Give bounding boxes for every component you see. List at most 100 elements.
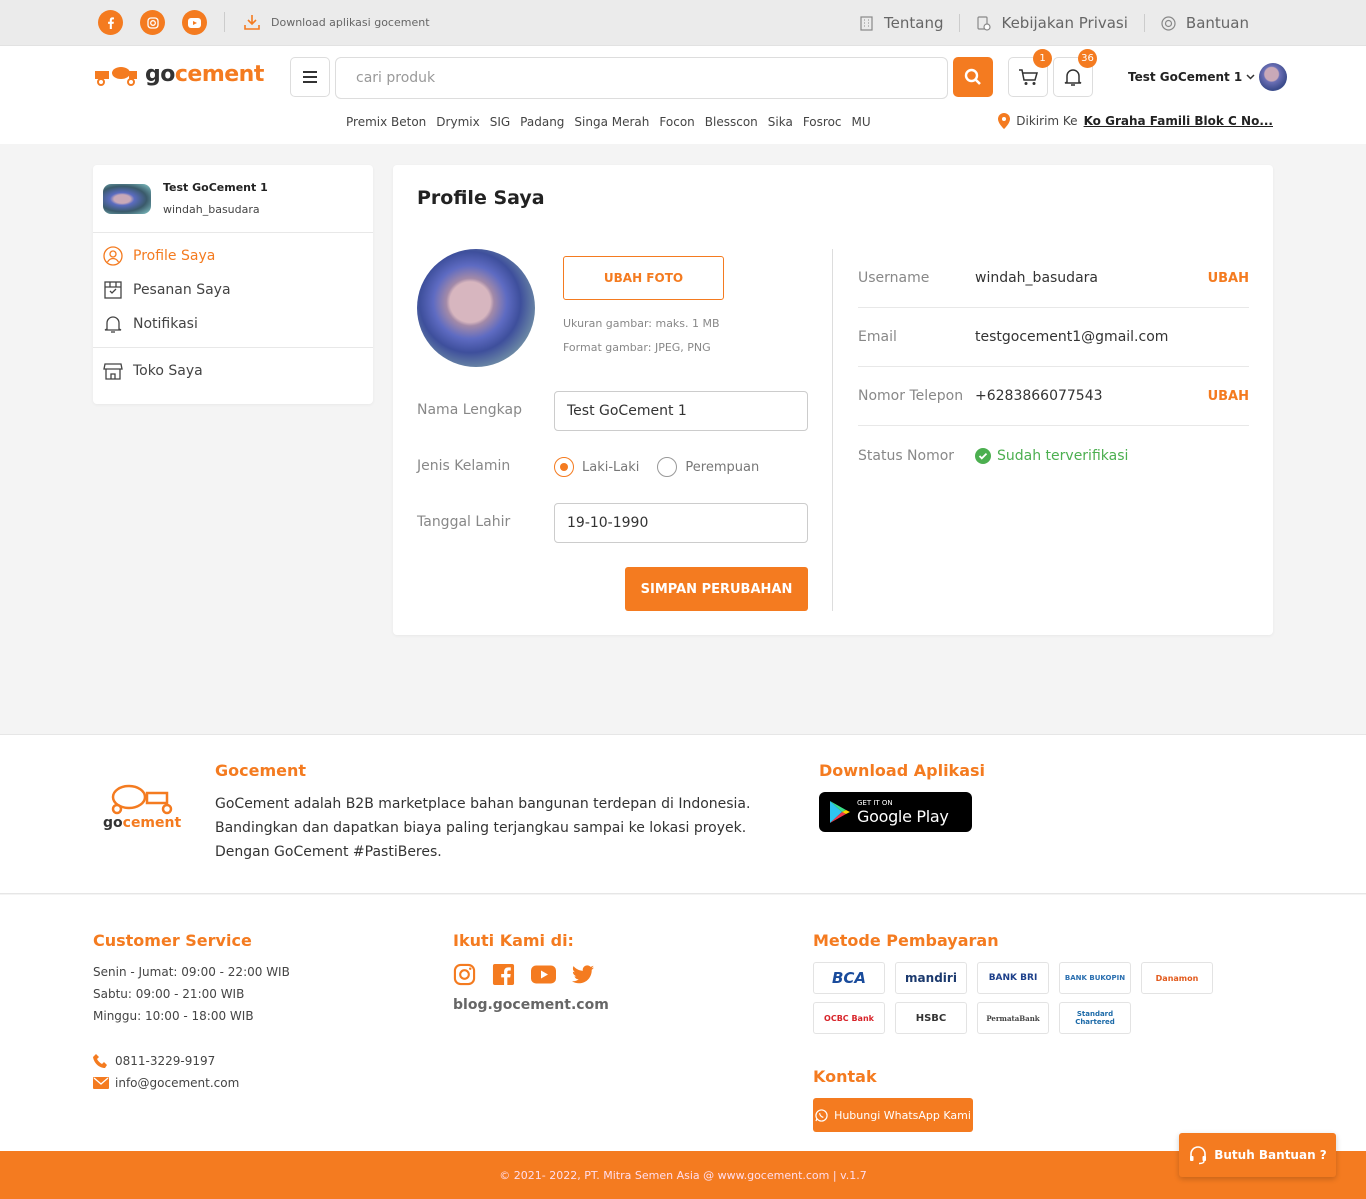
location-pin-icon (998, 113, 1011, 129)
bank-logos: BCA mandiri BANK BRI BANK BUKOPIN Danamo… (813, 962, 1223, 1034)
sidebar-item-profile[interactable]: Profile Saya (93, 239, 373, 273)
username-label: Username (858, 270, 930, 286)
edit-phone-button[interactable]: UBAH (1208, 389, 1249, 404)
bank-logo-mandiri: mandiri (895, 962, 967, 994)
gplay-big-text: Google Play (857, 806, 949, 826)
whatsapp-icon (815, 1108, 828, 1122)
phone-row: Nomor Telepon +6283866077543 UBAH (858, 367, 1249, 426)
twitter-icon[interactable] (572, 965, 594, 984)
cart-icon (1019, 69, 1038, 85)
email-label: Email (858, 329, 897, 345)
brand-link[interactable]: MU (852, 115, 871, 129)
brand-link[interactable]: Sika (768, 115, 793, 129)
instagram-icon[interactable] (140, 10, 165, 35)
sidebar-item-store[interactable]: Toko Saya (93, 354, 373, 388)
whatsapp-button[interactable]: Hubungi WhatsApp Kami (813, 1098, 973, 1132)
hamburger-icon (303, 71, 317, 83)
instagram-icon[interactable] (453, 963, 476, 986)
facebook-icon[interactable] (98, 10, 123, 35)
privacy-icon (977, 15, 992, 31)
brand-link[interactable]: SIG (490, 115, 510, 129)
payment-title: Metode Pembayaran (813, 931, 999, 950)
birth-date-field[interactable]: 19-10-1990 (554, 503, 808, 543)
building-icon (860, 15, 873, 31)
help-label: Butuh Bantuan ? (1214, 1148, 1327, 1162)
brand-link[interactable]: Focon (659, 115, 694, 129)
top-bar: Download aplikasi gocement Tentang Kebij… (0, 0, 1366, 46)
gender-female-radio[interactable] (657, 457, 678, 477)
divider (224, 12, 225, 32)
download-app-text: Download aplikasi gocement (271, 15, 430, 29)
bank-logo-permata: PermataBank (977, 1002, 1049, 1034)
kebijakan-privasi-link[interactable]: Kebijakan Privasi (959, 14, 1143, 32)
cs-phone-text: 0811-3229-9197 (115, 1054, 216, 1068)
footer-main: Customer Service Senin - Jumat: 09:00 - … (0, 895, 1366, 1151)
check-circle-icon (975, 447, 991, 464)
help-button[interactable]: Butuh Bantuan ? (1179, 1133, 1336, 1177)
search-button[interactable] (953, 57, 993, 97)
full-name-field[interactable]: Test GoCement 1 (554, 391, 808, 431)
bell-icon (104, 316, 122, 333)
sidebar-item-label: Pesanan Saya (133, 282, 231, 298)
cs-hours-line: Sabtu: 09:00 - 21:00 WIB (93, 987, 245, 1001)
user-circle-icon (103, 246, 123, 266)
photo-format-hint: Format gambar: JPEG, PNG (563, 341, 711, 354)
search-input[interactable]: cari produk (335, 57, 948, 99)
youtube-icon[interactable] (531, 965, 556, 984)
phone-icon (93, 1054, 107, 1068)
youtube-icon[interactable] (182, 10, 207, 35)
google-play-button[interactable]: GET IT ON Google Play (819, 792, 972, 832)
brand-link[interactable]: Singa Merah (574, 115, 649, 129)
sidebar-item-label: Toko Saya (133, 363, 203, 379)
bank-logo-danamon: Danamon (1141, 962, 1213, 994)
brand-links: Premix Beton Drymix SIG Padang Singa Mer… (346, 115, 871, 129)
profile-card: Profile Saya UBAH FOTO Ukuran gambar: ma… (393, 165, 1273, 635)
sidebar: Test GoCement 1 windah_basudara Profile … (93, 165, 373, 404)
footer-desc-line: GoCement adalah B2B marketplace bahan ba… (215, 796, 751, 812)
delivery-address[interactable]: Dikirim Ke Ko Graha Famili Blok C No... (998, 113, 1273, 129)
facebook-icon[interactable] (492, 963, 515, 986)
sidebar-item-orders[interactable]: Pesanan Saya (93, 273, 373, 307)
follow-title: Ikuti Kami di: (453, 931, 574, 950)
brand-link[interactable]: Fosroc (803, 115, 842, 129)
tentang-link[interactable]: Tentang (843, 14, 959, 32)
brand-link[interactable]: Padang (520, 115, 564, 129)
truck-logo-icon (95, 66, 137, 86)
sidebar-item-label: Notifikasi (133, 316, 198, 332)
change-photo-button[interactable]: UBAH FOTO (563, 256, 724, 300)
sidebar-user: Test GoCement 1 windah_basudara (93, 165, 373, 233)
gender-male-label: Laki-Laki (582, 459, 640, 475)
username-row: Username windah_basudara UBAH (858, 249, 1249, 308)
brand-link[interactable]: Drymix (436, 115, 479, 129)
status-badge: Sudah terverifikasi (975, 447, 1249, 464)
avatar (1259, 63, 1288, 91)
user-menu[interactable]: Test GoCement 1 (1128, 63, 1288, 91)
copyright-bar: © 2021- 2022, PT. Mitra Semen Asia @ www… (0, 1151, 1366, 1199)
cs-phone[interactable]: 0811-3229-9197 (93, 1050, 215, 1072)
save-button[interactable]: SIMPAN PERUBAHAN (625, 567, 808, 611)
bank-logo-bukopin: BANK BUKOPIN (1059, 962, 1131, 994)
sidebar-avatar (103, 183, 151, 214)
brand-link[interactable]: Blesscon (705, 115, 758, 129)
footer-desc-line: Dengan GoCement #PastiBeres. (215, 844, 442, 860)
birth-date-label: Tanggal Lahir (417, 514, 511, 530)
bantuan-link[interactable]: Bantuan (1143, 14, 1265, 32)
shopping-bag-icon (104, 281, 122, 299)
cs-email[interactable]: info@gocement.com (93, 1072, 239, 1094)
gender-male-radio[interactable] (554, 457, 574, 477)
deliver-prefix: Dikirim Ke (1016, 114, 1078, 128)
sidebar-item-notifications[interactable]: Notifikasi (93, 307, 373, 341)
bank-logo-bca: BCA (813, 962, 885, 994)
status-label: Status Nomor (858, 447, 955, 464)
deliver-address[interactable]: Ko Graha Famili Blok C No... (1084, 114, 1273, 128)
menu-button[interactable] (290, 57, 330, 97)
blog-link[interactable]: blog.gocement.com (453, 997, 609, 1013)
download-app-link[interactable]: Download aplikasi gocement (243, 13, 430, 31)
edit-username-button[interactable]: UBAH (1208, 271, 1249, 286)
cs-hours-line: Senin - Jumat: 09:00 - 22:00 WIB (93, 965, 290, 979)
kebijakan-label: Kebijakan Privasi (1001, 14, 1128, 32)
chevron-down-icon (1246, 74, 1255, 80)
social-links (453, 963, 594, 986)
gocement-logo[interactable]: gocement (93, 62, 264, 87)
brand-link[interactable]: Premix Beton (346, 115, 426, 129)
